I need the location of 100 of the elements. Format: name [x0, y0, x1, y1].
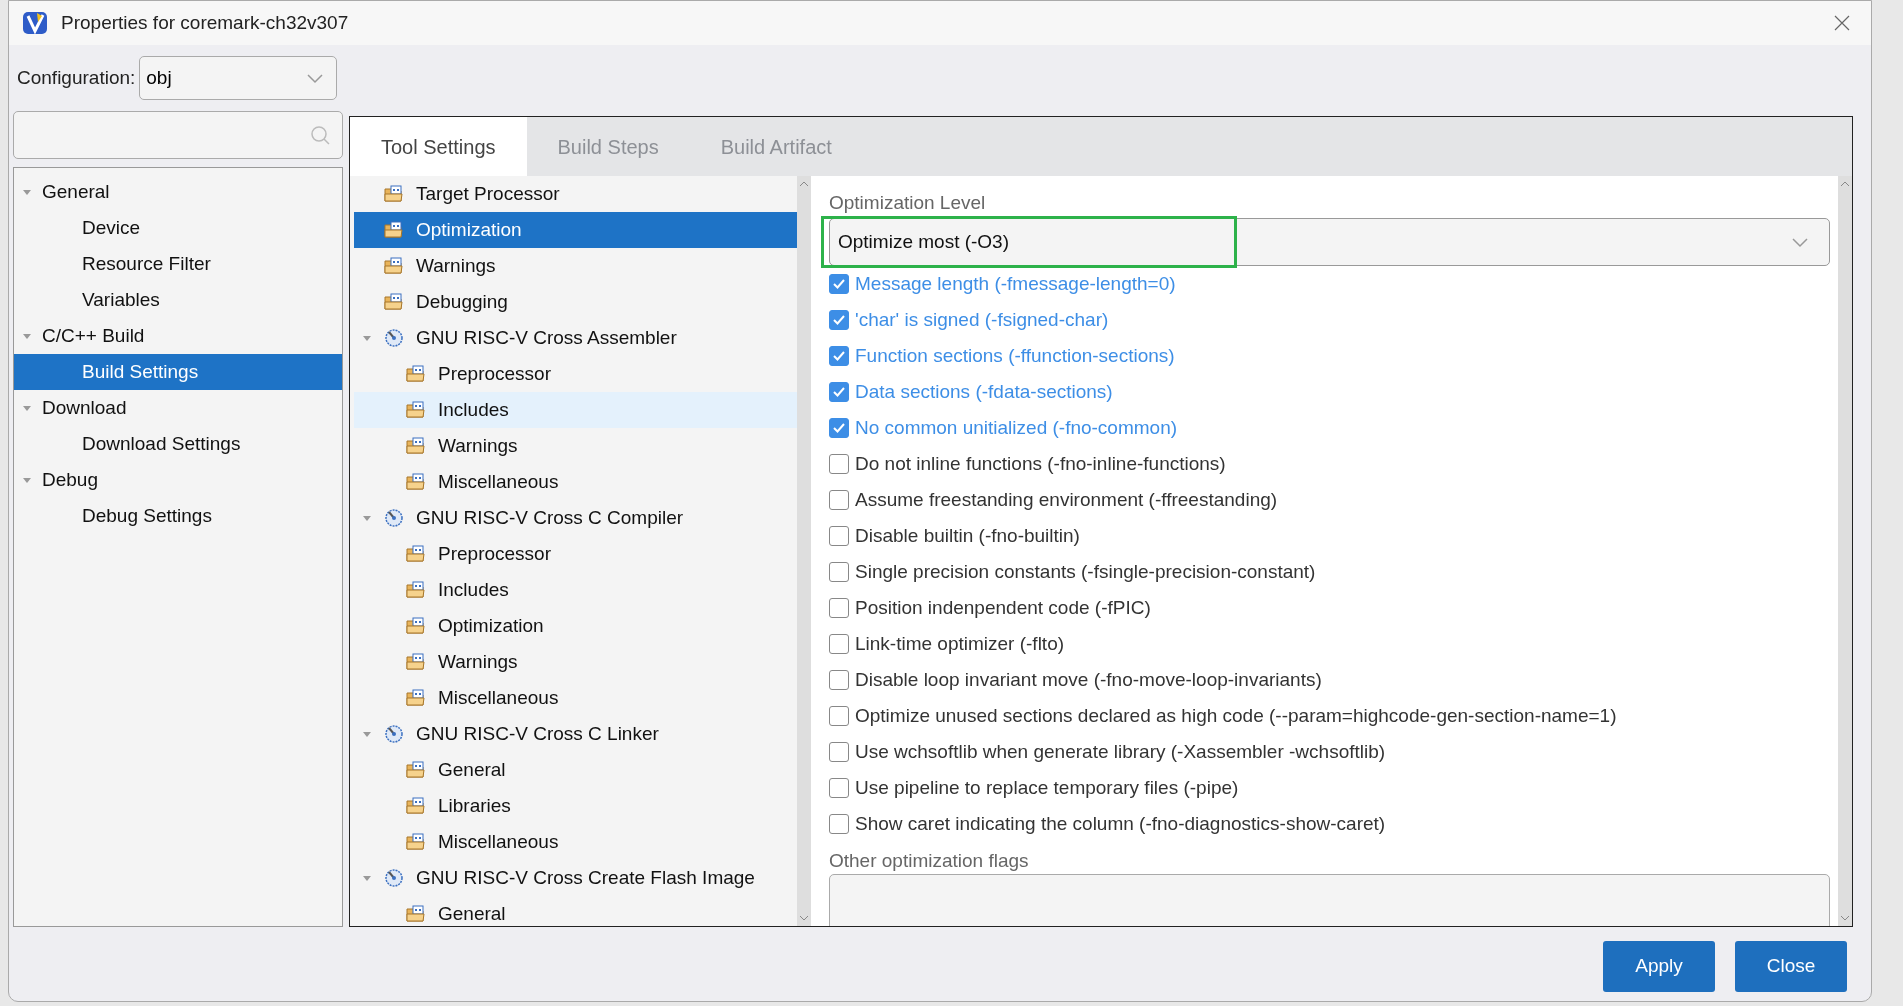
expand-triangle-icon[interactable] [22, 187, 32, 197]
checkbox-label: Message length (-fmessage-length=0) [855, 273, 1176, 295]
tree-item[interactable]: Optimization [354, 608, 797, 644]
tree-item[interactable]: Device [14, 210, 342, 246]
folder-icon [406, 761, 426, 779]
tree-item[interactable]: General [354, 752, 797, 788]
checkbox[interactable] [829, 382, 849, 402]
search-icon [310, 125, 330, 145]
text-area[interactable] [829, 874, 1830, 926]
expand-triangle-icon[interactable] [362, 729, 372, 739]
checkbox-label: Show caret indicating the column (-fno-diagnostics-show-caret) [855, 813, 1386, 835]
gauge-icon [384, 508, 404, 528]
chevron-down-icon [306, 72, 325, 84]
tree-item[interactable]: Miscellaneous [354, 824, 797, 860]
checkbox[interactable] [829, 598, 849, 618]
expand-triangle-icon[interactable] [22, 403, 32, 413]
checkbox-label: Data sections (-fdata-sections) [855, 381, 1113, 403]
tree-item[interactable]: Preprocessor [354, 536, 797, 572]
folder-icon [384, 185, 404, 203]
checkbox[interactable] [829, 310, 849, 330]
scroll-up-icon[interactable] [799, 180, 809, 188]
configuration-label: Configuration: [17, 67, 136, 89]
tree-item[interactable]: C/C++ Build [14, 318, 342, 354]
tab[interactable]: Tool Settings [350, 117, 527, 177]
gauge-icon [384, 724, 404, 744]
checkbox-label: Do not inline functions (-fno-inline-functions) [855, 453, 1226, 475]
checkbox-label: Position indenpendent code (-fPIC) [855, 597, 1151, 619]
folder-icon [406, 581, 426, 599]
tree-item[interactable]: GNU RISC-V Cross Assembler [354, 320, 797, 356]
tree-item[interactable]: GNU RISC-V Cross C Linker [354, 716, 797, 752]
tree-item[interactable]: Warnings [354, 644, 797, 680]
field-label: Other optimization flags [829, 849, 1030, 872]
folder-icon [406, 833, 426, 851]
scrollbar[interactable] [797, 176, 811, 926]
gauge-icon [384, 328, 404, 348]
tree-item[interactable]: Variables [14, 282, 342, 318]
tree-item[interactable]: Warnings [354, 248, 797, 284]
tree-item[interactable]: GNU RISC-V Cross C Compiler [354, 500, 797, 536]
checkbox[interactable] [829, 778, 849, 798]
expand-triangle-icon[interactable] [362, 333, 372, 343]
folder-icon [406, 401, 426, 419]
checkbox-label: Assume freestanding environment (-ffreestanding) [855, 489, 1278, 511]
checkbox[interactable] [829, 490, 849, 510]
window-title: Properties for coremark-ch32v307 [61, 12, 350, 34]
dialog-button[interactable]: Apply [1603, 940, 1715, 992]
tree-item[interactable]: Warnings [354, 428, 797, 464]
checkmark-icon [832, 350, 846, 362]
gauge-icon [384, 868, 404, 888]
tree-item[interactable]: Miscellaneous [354, 464, 797, 500]
folder-icon [406, 797, 426, 815]
checkbox[interactable] [829, 670, 849, 690]
configuration-dropdown[interactable]: obj [139, 56, 338, 100]
tree-item[interactable]: Preprocessor [354, 356, 797, 392]
tree-item[interactable]: GNU RISC-V Cross Create Flash Image [354, 860, 797, 896]
search-field[interactable] [13, 111, 343, 159]
tree-item[interactable]: Debugging [354, 284, 797, 320]
field-label: Optimization Level [829, 191, 987, 214]
tree-item[interactable]: Includes [354, 392, 797, 428]
checkbox[interactable] [829, 634, 849, 654]
expand-triangle-icon[interactable] [22, 331, 32, 341]
checkbox[interactable] [829, 562, 849, 582]
folder-icon [406, 365, 426, 383]
checkbox[interactable] [829, 418, 849, 438]
checkbox-label: Disable builtin (-fno-builtin) [855, 525, 1080, 547]
tree-item[interactable]: Download [14, 390, 342, 426]
checkbox-label: Use pipeline to replace temporary files (-pipe) [855, 777, 1239, 799]
optimization-level-dropdown[interactable]: Optimize most (-O3) [829, 218, 1830, 266]
scrollbar[interactable] [1838, 176, 1852, 926]
checkbox[interactable] [829, 814, 849, 834]
checkbox[interactable] [829, 346, 849, 366]
dialog-button[interactable]: Close [1735, 940, 1847, 992]
checkbox[interactable] [829, 706, 849, 726]
scroll-up-icon[interactable] [1840, 180, 1850, 188]
expand-triangle-icon[interactable] [22, 475, 32, 485]
expand-triangle-icon[interactable] [362, 513, 372, 523]
tree-item[interactable]: Debug Settings [14, 498, 342, 534]
tree-item[interactable]: General [354, 896, 797, 926]
tree-item[interactable]: Target Processor [354, 176, 797, 212]
checkmark-icon [832, 314, 846, 326]
checkbox[interactable] [829, 742, 849, 762]
tree-item[interactable]: Download Settings [14, 426, 342, 462]
folder-icon [406, 905, 426, 923]
tree-item[interactable]: Resource Filter [14, 246, 342, 282]
checkmark-icon [832, 422, 846, 434]
tree-item[interactable]: Debug [14, 462, 342, 498]
tree-item[interactable]: Optimization [354, 212, 797, 248]
tree-item[interactable]: Miscellaneous [354, 680, 797, 716]
expand-triangle-icon[interactable] [362, 873, 372, 883]
tree-item[interactable]: Build Settings [14, 354, 342, 390]
scroll-down-icon[interactable] [799, 914, 809, 922]
tree-item[interactable]: Includes [354, 572, 797, 608]
checkbox[interactable] [829, 274, 849, 294]
checkbox[interactable] [829, 526, 849, 546]
folder-icon [406, 437, 426, 455]
scroll-down-icon[interactable] [1840, 914, 1850, 922]
tree-item[interactable]: Libraries [354, 788, 797, 824]
chevron-down-icon [1791, 236, 1809, 248]
checkbox[interactable] [829, 454, 849, 474]
tree-item[interactable]: General [14, 174, 342, 210]
folder-icon [406, 473, 426, 491]
